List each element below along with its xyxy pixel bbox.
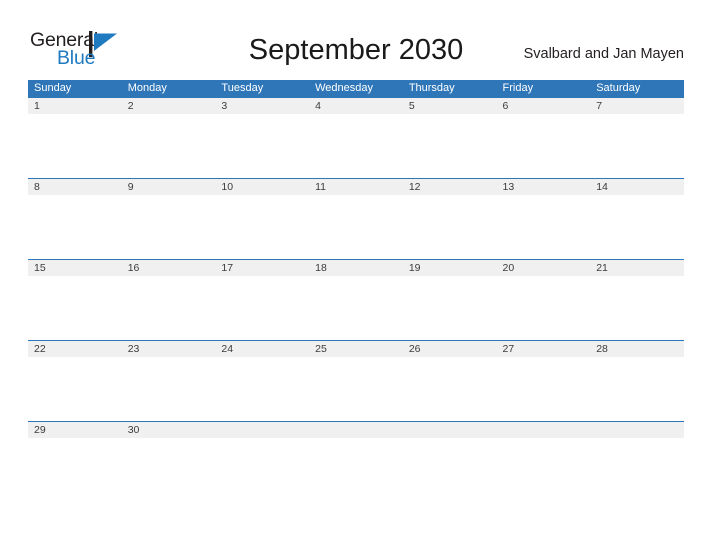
day-cell-empty [309, 422, 403, 438]
day-cell-empty [497, 422, 591, 438]
day-cell[interactable]: 12 [403, 179, 497, 195]
day-cell[interactable]: 13 [497, 179, 591, 195]
region-label: Svalbard and Jan Mayen [523, 46, 684, 62]
day-cell[interactable]: 17 [215, 260, 309, 276]
day-cell[interactable]: 5 [403, 98, 497, 114]
weekday-header-monday: Monday [127, 82, 167, 94]
day-cell[interactable]: 23 [122, 341, 216, 357]
day-cell[interactable]: 25 [309, 341, 403, 357]
week-row: 1 2 3 4 5 6 7 [28, 97, 684, 178]
day-cell[interactable]: 10 [215, 179, 309, 195]
week-body [28, 438, 684, 502]
weekday-header-friday: Friday [502, 82, 534, 94]
day-cell[interactable]: 27 [497, 341, 591, 357]
day-cell-empty [403, 422, 497, 438]
week-row: 8 9 10 11 12 13 14 [28, 178, 684, 259]
weekday-header-wednesday: Wednesday [315, 82, 373, 94]
day-cell[interactable]: 30 [122, 422, 216, 438]
weekday-header-row: Sunday Monday Tuesday Wednesday Thursday… [28, 80, 684, 97]
week-row: 15 16 17 18 19 20 21 [28, 259, 684, 340]
week-date-band: 1 2 3 4 5 6 7 [28, 97, 684, 114]
page-header: General Blue September 2030 Svalbard and… [0, 0, 712, 78]
day-cell[interactable]: 28 [590, 341, 684, 357]
day-cell[interactable]: 4 [309, 98, 403, 114]
week-body [28, 195, 684, 259]
day-cell[interactable]: 29 [28, 422, 122, 438]
day-cell-empty [590, 422, 684, 438]
day-cell[interactable]: 8 [28, 179, 122, 195]
week-date-band: 22 23 24 25 26 27 28 [28, 340, 684, 357]
day-cell[interactable]: 1 [28, 98, 122, 114]
week-row: 29 30 [28, 421, 684, 502]
week-date-band: 8 9 10 11 12 13 14 [28, 178, 684, 195]
weekday-header-sunday: Sunday [34, 82, 72, 94]
day-cell[interactable]: 2 [122, 98, 216, 114]
week-body [28, 276, 684, 340]
weekday-header-thursday: Thursday [408, 82, 455, 94]
day-cell[interactable]: 6 [497, 98, 591, 114]
day-cell[interactable]: 16 [122, 260, 216, 276]
day-cell[interactable]: 19 [403, 260, 497, 276]
calendar-grid: Sunday Monday Tuesday Wednesday Thursday… [28, 80, 684, 502]
day-cell[interactable]: 24 [215, 341, 309, 357]
week-body [28, 114, 684, 178]
day-cell[interactable]: 26 [403, 341, 497, 357]
day-cell[interactable]: 7 [590, 98, 684, 114]
week-body [28, 357, 684, 421]
day-cell[interactable]: 9 [122, 179, 216, 195]
day-cell[interactable]: 18 [309, 260, 403, 276]
day-cell-empty [215, 422, 309, 438]
day-cell[interactable]: 15 [28, 260, 122, 276]
day-cell[interactable]: 11 [309, 179, 403, 195]
day-cell[interactable]: 21 [590, 260, 684, 276]
weekday-header-tuesday: Tuesday [221, 82, 264, 94]
day-cell[interactable]: 22 [28, 341, 122, 357]
week-date-band: 29 30 [28, 421, 684, 438]
week-row: 22 23 24 25 26 27 28 [28, 340, 684, 421]
day-cell[interactable]: 3 [215, 98, 309, 114]
weekday-header-saturday: Saturday [596, 82, 641, 94]
day-cell[interactable]: 14 [590, 179, 684, 195]
week-date-band: 15 16 17 18 19 20 21 [28, 259, 684, 276]
day-cell[interactable]: 20 [497, 260, 591, 276]
